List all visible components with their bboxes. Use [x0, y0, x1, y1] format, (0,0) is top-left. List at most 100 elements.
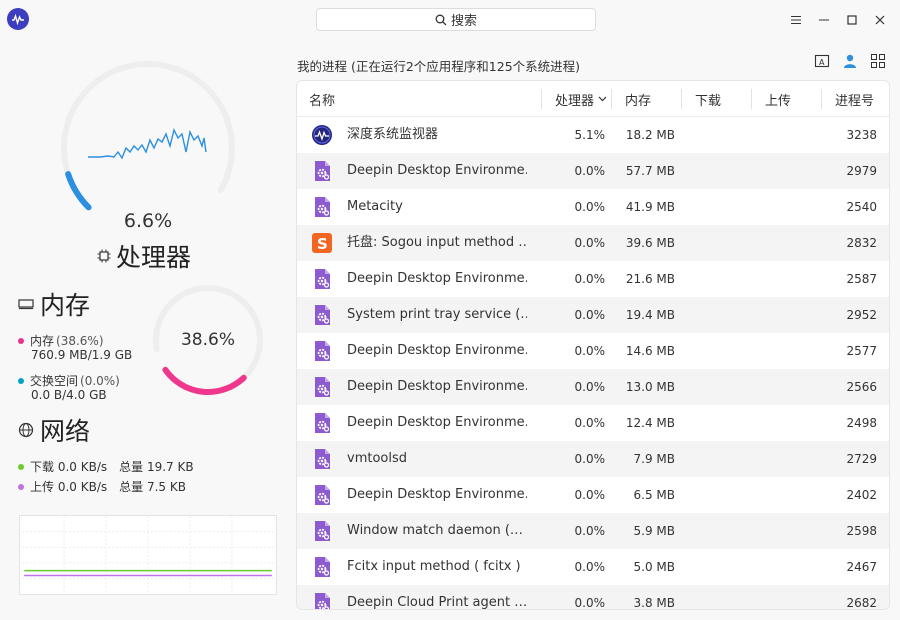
process-memory: 21.6 MB: [625, 272, 675, 286]
network-section-title: 网络: [18, 412, 90, 448]
table-row[interactable]: Metacity 0.0% 41.9 MB 2540: [297, 189, 889, 225]
table-row[interactable]: Deepin Desktop Environme… 0.0% 14.6 MB 2577: [297, 333, 889, 369]
column-divider: [751, 89, 752, 109]
table-row[interactable]: vmtoolsd 0.0% 7.9 MB 2729: [297, 441, 889, 477]
menu-icon: [791, 16, 801, 24]
process-pid: 2498: [846, 416, 877, 430]
table-row[interactable]: Deepin Cloud Print agent … 0.0% 3.8 MB 2682: [297, 585, 889, 610]
minimize-icon: [819, 19, 829, 21]
process-name: System print tray service (…: [347, 307, 527, 322]
memory-icon: [18, 299, 34, 310]
app-gear-icon: [311, 520, 333, 542]
process-pid: 2577: [846, 344, 877, 358]
table-row[interactable]: 深度系统监视器 5.1% 18.2 MB 3238: [297, 117, 889, 153]
table-row[interactable]: Deepin Desktop Environme… 0.0% 12.4 MB 2498: [297, 405, 889, 441]
table-row[interactable]: Deepin Desktop Environme… 0.0% 57.7 MB 2979: [297, 153, 889, 189]
upload-legend: 上传 0.0 KB/s 总量 7.5 KB: [18, 478, 186, 495]
process-cpu: 0.0%: [574, 560, 606, 574]
memory-detail: 760.9 MB/1.9 GB: [31, 348, 133, 362]
process-table: 名称 处理器 内存 下载 上传 进程号 深度系统监视器 5.1% 18.2 MB 32…: [296, 80, 890, 610]
table-row[interactable]: Deepin Desktop Environme… 0.0% 21.6 MB 2587: [297, 261, 889, 297]
view-switcher: A: [812, 52, 888, 70]
network-title-label: 网络: [40, 417, 91, 446]
table-row[interactable]: S 托盘: Sogou input method … 0.0% 39.6 MB 2832: [297, 225, 889, 261]
app-gear-icon: [311, 412, 333, 434]
process-cpu: 0.0%: [574, 488, 606, 502]
column-header-download[interactable]: 下载: [695, 81, 721, 117]
process-name: Deepin Desktop Environme…: [347, 271, 527, 286]
process-pid: 2467: [846, 560, 877, 574]
upload-total: 总量 7.5 KB: [119, 480, 186, 494]
app-gear-icon: [311, 160, 333, 182]
process-memory: 3.8 MB: [633, 596, 675, 610]
process-pid: 2832: [846, 236, 877, 250]
app-view-button[interactable]: A: [812, 52, 832, 70]
search-label: 搜索: [450, 14, 477, 29]
memory-legend-percent: (38.6%): [56, 333, 104, 348]
app-gear-icon: [311, 448, 333, 470]
cpu-history-line: [88, 127, 207, 160]
cpu-title-label: 处理器: [116, 243, 192, 272]
process-pid: 2587: [846, 272, 877, 286]
all-process-view-button[interactable]: [868, 52, 888, 70]
search-box[interactable]: 搜索: [316, 8, 596, 31]
download-total: 总量 19.7 KB: [119, 460, 194, 474]
table-row[interactable]: Fcitx input method ( fcitx ) 0.0% 5.0 MB 24…: [297, 549, 889, 585]
process-cpu: 0.0%: [574, 164, 606, 178]
cpu-ring-value: [65, 171, 92, 211]
app-logo-icon: [7, 8, 29, 30]
process-pid: 2566: [846, 380, 877, 394]
process-cpu: 5.1%: [574, 128, 606, 142]
my-process-view-button[interactable]: [840, 52, 860, 70]
memory-legend-label: 内存: [30, 334, 55, 348]
memory-ring-value: [162, 366, 247, 395]
column-header-memory[interactable]: 内存: [625, 81, 651, 117]
chevron-down-icon: [598, 96, 607, 102]
process-name: Deepin Desktop Environme…: [347, 163, 527, 178]
cpu-ring-track: [61, 61, 235, 211]
column-divider: [611, 89, 612, 109]
process-memory: 18.2 MB: [625, 128, 675, 142]
memory-title-label: 内存: [40, 291, 91, 320]
column-header-pid[interactable]: 进程号: [835, 81, 874, 117]
app-window-icon: A: [814, 54, 830, 68]
close-button[interactable]: [866, 8, 894, 32]
column-divider: [541, 89, 542, 109]
maximize-button[interactable]: [838, 8, 866, 32]
process-pid: 2682: [846, 596, 877, 610]
column-header-upload[interactable]: 上传: [765, 81, 791, 117]
process-name: Deepin Cloud Print agent …: [347, 595, 527, 610]
user-icon: [844, 54, 856, 68]
table-header: 名称 处理器 内存 下载 上传 进程号: [297, 81, 889, 117]
network-graph-grid: [22, 516, 274, 594]
app-gear-icon: [311, 268, 333, 290]
table-row[interactable]: Window match daemon (… 0.0% 5.9 MB 2598: [297, 513, 889, 549]
system-monitor-icon: [311, 124, 333, 146]
upload-legend-dot: [18, 483, 24, 490]
table-row[interactable]: Deepin Desktop Environme… 0.0% 6.5 MB 2402: [297, 477, 889, 513]
process-name: Deepin Desktop Environme…: [347, 379, 527, 394]
close-icon: [875, 15, 885, 25]
process-memory: 13.0 MB: [625, 380, 675, 394]
process-name: 托盘: Sogou input method …: [347, 235, 527, 250]
window-controls: [782, 8, 894, 32]
minimize-button[interactable]: [810, 8, 838, 32]
memory-legend: 内存 (38.6%): [18, 332, 104, 349]
column-header-cpu[interactable]: 处理器: [555, 81, 607, 117]
process-cpu: 0.0%: [574, 416, 606, 430]
process-cpu: 0.0%: [574, 272, 606, 286]
table-row[interactable]: System print tray service (… 0.0% 19.4 MB 2…: [297, 297, 889, 333]
swap-legend-dot: [18, 377, 24, 384]
process-memory: 5.9 MB: [633, 524, 675, 538]
table-row[interactable]: Deepin Desktop Environme… 0.0% 13.0 MB 2566: [297, 369, 889, 405]
app-gear-icon: [311, 484, 333, 506]
app-gear-icon: [311, 376, 333, 398]
process-name: Deepin Desktop Environme…: [347, 343, 527, 358]
process-cpu: 0.0%: [574, 344, 606, 358]
swap-legend: 交换空间 (0.0%): [18, 372, 120, 389]
column-header-name[interactable]: 名称: [309, 81, 335, 117]
menu-button[interactable]: [782, 8, 810, 32]
process-memory: 41.9 MB: [625, 200, 675, 214]
download-rate: 下载 0.0 KB/s: [30, 460, 108, 474]
process-name: Window match daemon (…: [347, 523, 523, 538]
